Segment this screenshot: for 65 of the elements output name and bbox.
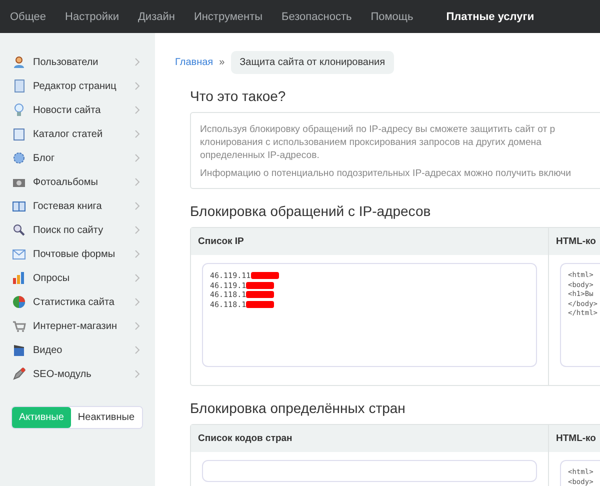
sidebar-item[interactable]: Интернет-магазин — [0, 314, 155, 338]
nav-tab[interactable]: Дизайн — [138, 10, 175, 22]
description-text: Используя блокировку обращений по IP-адресу вы сможете защитить сайт от р — [200, 123, 556, 136]
sidebar-item[interactable]: Статистика сайта — [0, 290, 155, 314]
description-text: Информацию о потенциально подозрительных IP-адресах можно получить включи — [200, 167, 572, 180]
chevron-icon — [135, 274, 140, 282]
sidebar-item[interactable]: Каталог статей — [0, 122, 155, 146]
section-title: Блокировка обращений с IP-адресов — [190, 203, 432, 219]
chevron-icon — [135, 178, 140, 186]
bar-chart-icon — [12, 271, 26, 285]
section-title: Что это такое? — [190, 88, 287, 104]
nav-tab[interactable]: Платные услуги — [446, 10, 534, 22]
chevron-icon — [135, 322, 140, 330]
chevron-icon — [135, 370, 140, 378]
redaction-mark — [246, 301, 274, 308]
description-text: клонирования с использованием проксирования запросов на других домена — [200, 136, 542, 149]
chevron-icon — [135, 130, 140, 138]
open-book-icon — [12, 199, 26, 213]
chevron-icon — [135, 202, 140, 210]
chevron-icon — [135, 298, 140, 306]
current-page-label: Защита сайта от клонирования — [230, 51, 394, 74]
nav-tab[interactable]: Инструменты — [194, 10, 263, 22]
section-title: Блокировка определённых стран — [190, 400, 406, 416]
sidebar-item[interactable]: Пользователи — [0, 50, 155, 74]
person-icon — [12, 55, 26, 69]
chevron-icon — [135, 226, 140, 234]
column-header: HTML-ко — [548, 425, 600, 452]
chevron-icon — [135, 82, 140, 90]
column-header: Список IP — [191, 228, 548, 255]
pie-chart-icon — [12, 295, 26, 309]
sidebar-item[interactable]: SEO-модуль — [0, 362, 155, 386]
clapperboard-icon — [12, 343, 26, 357]
chevron-icon — [135, 106, 140, 114]
chevron-icon — [135, 154, 140, 162]
sidebar-item[interactable]: Видео — [0, 338, 155, 362]
sidebar-item[interactable]: Блог — [0, 146, 155, 170]
cart-icon — [12, 319, 26, 333]
pencil-icon — [12, 367, 26, 381]
nav-tab[interactable]: Настройки — [65, 10, 119, 22]
sidebar-item[interactable]: Редактор страниц — [0, 74, 155, 98]
sidebar-item[interactable]: Поиск по сайту — [0, 218, 155, 242]
sidebar-item[interactable]: Опросы — [0, 266, 155, 290]
redaction-mark — [250, 272, 279, 280]
column-header: HTML-ко — [548, 228, 600, 255]
input-field[interactable] — [202, 460, 537, 482]
search-icon — [12, 223, 26, 237]
redaction-mark — [246, 291, 274, 298]
document-icon — [12, 79, 26, 93]
breadcrumb-separator: » — [219, 57, 225, 68]
lightbulb-icon — [12, 103, 26, 117]
sidebar-item[interactable]: Почтовые формы — [0, 242, 155, 266]
envelope-icon — [12, 247, 26, 261]
redaction-mark — [246, 282, 274, 289]
description-text: определенных IP-адресов. — [200, 149, 320, 162]
chevron-icon — [135, 250, 140, 258]
sidebar-item[interactable]: Гостевая книга — [0, 194, 155, 218]
nav-tab[interactable]: Общее — [10, 10, 46, 22]
sidebar-item[interactable]: Новости сайта — [0, 98, 155, 122]
column-header: Список кодов стран — [191, 425, 548, 452]
nav-tab[interactable]: Безопасность — [282, 10, 352, 22]
home-link[interactable]: Главная — [175, 57, 214, 68]
chevron-icon — [135, 346, 140, 354]
chevron-icon — [135, 58, 140, 66]
sidebar-item[interactable]: Фотоальбомы — [0, 170, 155, 194]
nav-tab[interactable]: Помощь — [370, 10, 414, 22]
